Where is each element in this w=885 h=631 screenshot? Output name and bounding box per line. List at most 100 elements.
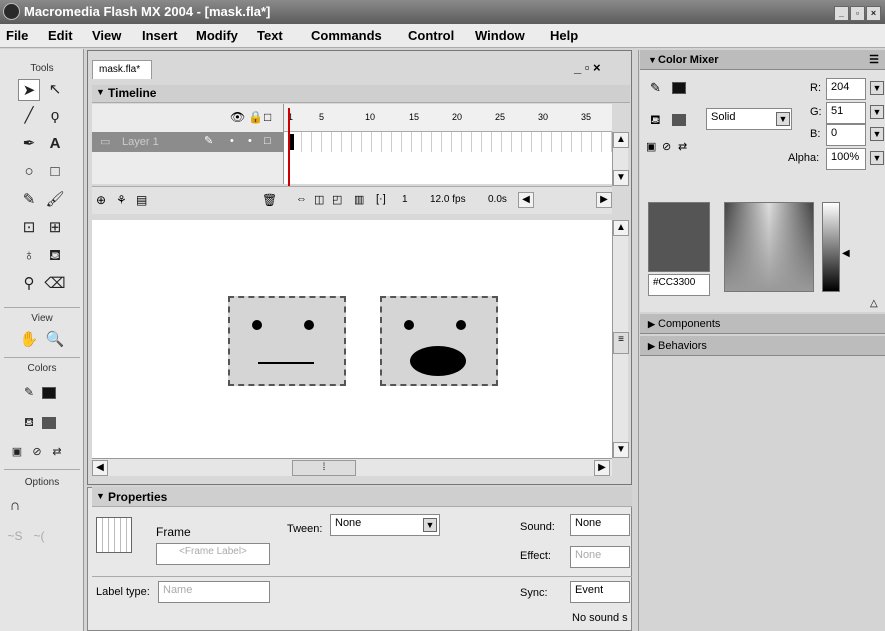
- frame-ruler[interactable]: 1 5 10 15 20 25 30 35: [284, 104, 612, 132]
- center-frame-icon[interactable]: ⇔: [296, 193, 307, 205]
- menu-control[interactable]: Control: [408, 28, 454, 43]
- hand-tool-icon[interactable]: ✋: [18, 329, 40, 351]
- stage-vscroll[interactable]: ▲ ≡ ▼: [612, 220, 629, 458]
- panel-options-icon[interactable]: ☰: [869, 53, 879, 66]
- scroll-down-icon[interactable]: ▼: [613, 442, 629, 458]
- chevron-down-icon[interactable]: ▼: [776, 112, 790, 126]
- free-transform-tool-icon[interactable]: ⊡: [18, 217, 40, 239]
- no-color-icon[interactable]: ⊘: [662, 140, 671, 153]
- alpha-input[interactable]: 100%: [826, 148, 866, 170]
- outline-layers-icon[interactable]: □: [264, 110, 271, 124]
- timeline-vscroll[interactable]: ▲ ▼: [612, 132, 629, 186]
- swap-colors-icon[interactable]: ⇄: [678, 140, 687, 153]
- menu-view[interactable]: View: [92, 28, 121, 43]
- brightness-pointer-icon[interactable]: ◀: [842, 248, 850, 259]
- modify-onion-markers-icon[interactable]: [·]: [376, 193, 386, 205]
- scroll-right-icon[interactable]: ▶: [596, 192, 612, 208]
- frame-row[interactable]: [292, 132, 612, 152]
- properties-header[interactable]: ▼ Properties: [92, 487, 632, 507]
- scroll-up-icon[interactable]: ▲: [613, 220, 629, 236]
- layer-outline-icon[interactable]: □: [264, 135, 271, 147]
- chevron-down-icon[interactable]: ▼: [870, 151, 884, 165]
- menu-text[interactable]: Text: [257, 28, 283, 43]
- ink-bottle-tool-icon[interactable]: ♁: [18, 245, 40, 267]
- stroke-color-swatch[interactable]: [42, 387, 56, 399]
- stroke-color-swatch[interactable]: [672, 82, 686, 94]
- menu-help[interactable]: Help: [550, 28, 578, 43]
- menu-file[interactable]: File: [6, 28, 28, 43]
- scroll-thumb[interactable]: ⁞: [292, 460, 356, 476]
- effect-select[interactable]: None: [570, 546, 630, 568]
- insert-layer-icon[interactable]: ⊕: [96, 193, 106, 207]
- menu-edit[interactable]: Edit: [48, 28, 73, 43]
- brightness-slider[interactable]: [822, 202, 840, 292]
- color-spectrum[interactable]: [724, 202, 814, 292]
- document-window-controls[interactable]: _ ▫ ×: [574, 60, 601, 75]
- restore-icon[interactable]: ▫: [850, 6, 865, 21]
- chevron-down-icon[interactable]: ▼: [870, 81, 884, 95]
- menu-commands[interactable]: Commands: [311, 28, 382, 43]
- sync-select[interactable]: Event: [570, 581, 630, 603]
- add-guide-layer-icon[interactable]: ⚘: [116, 193, 127, 207]
- chevron-down-icon[interactable]: ▼: [870, 127, 884, 141]
- swap-colors-icon[interactable]: ⇄: [46, 441, 68, 463]
- zoom-tool-icon[interactable]: 🔍: [44, 329, 66, 351]
- layer-row[interactable]: ▭ Layer 1 ✎ • • □: [92, 132, 284, 152]
- close-icon[interactable]: ×: [866, 6, 881, 21]
- chevron-down-icon[interactable]: ▼: [423, 518, 437, 532]
- scroll-right-icon[interactable]: ▶: [594, 460, 610, 476]
- behaviors-panel-header[interactable]: ▶ Behaviors: [640, 336, 885, 356]
- scroll-left-icon[interactable]: ◀: [92, 460, 108, 476]
- delete-layer-icon[interactable]: 🗑: [262, 193, 277, 207]
- menu-window[interactable]: Window: [475, 28, 525, 43]
- pen-tool-icon[interactable]: ✒: [18, 133, 40, 155]
- timeline-header[interactable]: ▼ Timeline: [92, 85, 630, 103]
- r-input[interactable]: 204: [826, 78, 866, 100]
- snap-magnet-icon[interactable]: ∩: [4, 495, 26, 517]
- neutral-face[interactable]: [228, 296, 346, 386]
- rectangle-tool-icon[interactable]: □: [44, 161, 66, 183]
- fill-color-swatch[interactable]: [42, 417, 56, 429]
- lasso-tool-icon[interactable]: ϙ: [44, 105, 66, 127]
- fill-color-swatch[interactable]: [672, 114, 686, 126]
- oval-tool-icon[interactable]: ○: [18, 161, 40, 183]
- document-tab[interactable]: mask.fla*: [92, 60, 152, 79]
- eraser-tool-icon[interactable]: ⌫: [44, 273, 66, 295]
- black-white-icon[interactable]: ▣: [646, 140, 656, 153]
- menu-modify[interactable]: Modify: [196, 28, 238, 43]
- insert-folder-icon[interactable]: ▤: [136, 193, 147, 207]
- show-layers-eye-icon[interactable]: 👁: [230, 110, 245, 124]
- edit-multiple-frames-icon[interactable]: ▥: [354, 193, 364, 206]
- stage-hscroll[interactable]: ◀ ⁞ ▶: [92, 458, 612, 476]
- pencil-tool-icon[interactable]: ✎: [18, 189, 40, 211]
- line-tool-icon[interactable]: ╱: [18, 105, 40, 127]
- surprised-face[interactable]: [380, 296, 498, 386]
- components-panel-header[interactable]: ▶ Components: [640, 314, 885, 334]
- paint-bucket-tool-icon[interactable]: ⛾: [44, 245, 66, 267]
- stage[interactable]: [92, 220, 612, 458]
- label-type-select[interactable]: Name: [158, 581, 270, 603]
- no-color-icon[interactable]: ⊘: [26, 441, 48, 463]
- scroll-up-icon[interactable]: ▲: [613, 132, 629, 148]
- onion-skin-icon[interactable]: ◫: [314, 193, 324, 206]
- text-tool-icon[interactable]: A: [44, 133, 66, 155]
- minimize-icon[interactable]: _: [834, 6, 849, 21]
- hex-input[interactable]: #CC3300: [648, 274, 710, 296]
- layer-lock-dot[interactable]: •: [248, 135, 252, 147]
- scroll-left-icon[interactable]: ◀: [518, 192, 534, 208]
- black-white-icon[interactable]: ▣: [6, 441, 28, 463]
- lock-layers-icon[interactable]: 🔒: [248, 110, 263, 124]
- frame-label-input[interactable]: <Frame Label>: [156, 543, 270, 565]
- fill-transform-tool-icon[interactable]: ⊞: [44, 217, 66, 239]
- layer-visible-dot[interactable]: •: [230, 135, 234, 147]
- sound-select[interactable]: None: [570, 514, 630, 536]
- scroll-thumb[interactable]: ≡: [613, 332, 629, 354]
- onion-outline-icon[interactable]: ◰: [332, 193, 342, 206]
- subselect-tool-icon[interactable]: ↖: [44, 79, 66, 101]
- expand-triangle-icon[interactable]: △: [870, 298, 878, 309]
- eyedropper-tool-icon[interactable]: ⚲: [18, 273, 40, 295]
- g-input[interactable]: 51: [826, 102, 866, 124]
- arrow-tool-icon[interactable]: ➤: [18, 79, 40, 101]
- chevron-down-icon[interactable]: ▼: [870, 105, 884, 119]
- b-input[interactable]: 0: [826, 124, 866, 146]
